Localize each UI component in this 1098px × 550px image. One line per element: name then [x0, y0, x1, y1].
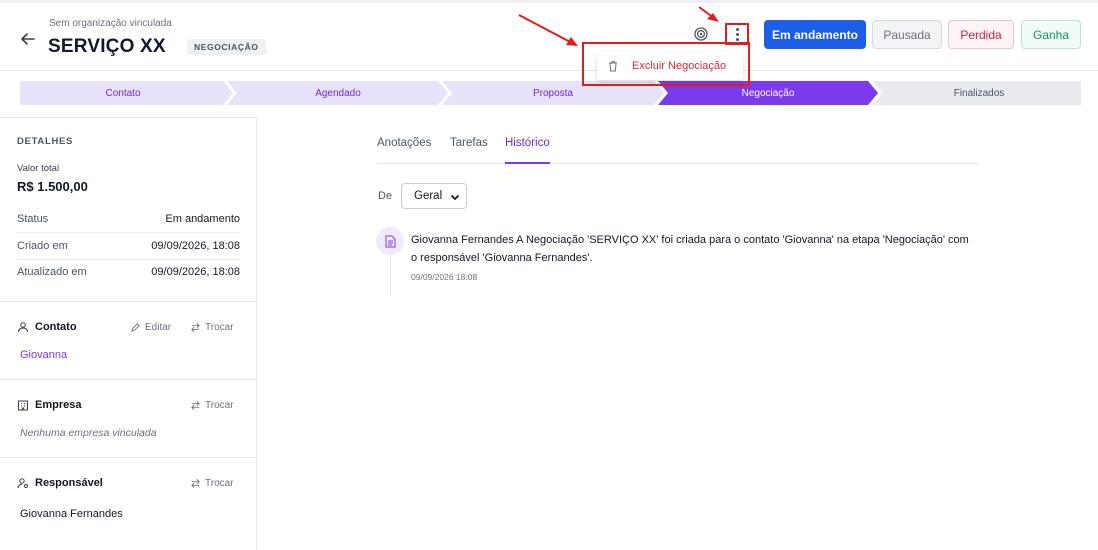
content-tabs: Anotações Tarefas Histórico: [377, 129, 979, 164]
details-heading: DETALHES: [17, 136, 74, 147]
swap-company-button[interactable]: Trocar: [190, 400, 234, 411]
swap-label: Trocar: [205, 400, 234, 411]
section-divider: [0, 301, 256, 302]
history-event-time: 09/09/2026 18:08: [411, 272, 478, 282]
tab-tarefas[interactable]: Tarefas: [450, 137, 488, 164]
more-vertical-icon: [735, 27, 739, 41]
detail-label: Criado em: [17, 240, 68, 252]
chevron-down-icon: [450, 194, 460, 201]
pipeline-stages: Contato Agendado Proposta Negociação Fin…: [20, 81, 1081, 105]
deal-title: SERVIÇO XX: [48, 36, 166, 57]
detail-value: Em andamento: [165, 213, 240, 225]
timeline-line: [390, 255, 391, 296]
section-divider: [0, 379, 256, 380]
back-arrow-icon[interactable]: [18, 29, 38, 49]
detail-row-status: Status Em andamento: [17, 206, 240, 232]
edit-label: Editar: [145, 322, 172, 333]
stage-finalizados[interactable]: Finalizados: [877, 81, 1081, 105]
stage-contato[interactable]: Contato: [20, 81, 226, 105]
target-icon[interactable]: [693, 26, 709, 42]
filter-label: De: [378, 190, 393, 202]
swap-icon: [191, 401, 200, 410]
trash-icon: [609, 61, 617, 72]
stage-badge: NEGOCIAÇÃO: [187, 39, 266, 55]
detail-row-created: Criado em 09/09/2026, 18:08: [17, 233, 240, 259]
deal-header: Sem organização vinculada SERVIÇO XX NEG…: [0, 0, 1098, 71]
total-value: R$ 1.500,00: [17, 179, 88, 194]
owner-heading-label: Responsável: [35, 477, 103, 489]
detail-label: Atualizado em: [17, 266, 87, 278]
details-sidebar: DETALHES Valor total R$ 1.500,00 Status …: [0, 117, 257, 550]
filter-value: Geral: [414, 190, 443, 202]
contact-heading-label: Contato: [35, 321, 77, 333]
detail-value: 09/09/2026, 18:08: [151, 266, 240, 278]
owner-heading: Responsável: [17, 477, 103, 489]
swap-contact-button[interactable]: Trocar: [190, 322, 234, 333]
status-in-progress-button[interactable]: Em andamento: [764, 20, 866, 49]
total-value-label: Valor total: [17, 163, 60, 174]
owner-name: Giovanna Fernandes: [20, 508, 123, 520]
options-dropdown: Excluir Negociação: [597, 52, 743, 80]
user-icon: [18, 322, 28, 333]
section-divider: [0, 457, 256, 458]
swap-label: Trocar: [205, 322, 234, 333]
edit-contact-button[interactable]: Editar: [130, 322, 171, 333]
swap-owner-button[interactable]: Trocar: [190, 478, 234, 489]
company-heading-label: Empresa: [35, 399, 82, 411]
user-settings-icon: [17, 478, 28, 489]
building-icon: [18, 400, 28, 411]
status-paused-button[interactable]: Pausada: [872, 20, 942, 49]
swap-icon: [191, 323, 200, 332]
pencil-icon: [131, 323, 140, 332]
swap-icon: [191, 479, 200, 488]
organization-label: Sem organização vinculada: [49, 18, 172, 29]
swap-label: Trocar: [205, 478, 234, 489]
contact-link[interactable]: Giovanna: [20, 349, 67, 361]
tab-historico[interactable]: Histórico: [505, 137, 550, 164]
tab-anotacoes[interactable]: Anotações: [377, 137, 431, 164]
history-filter-select[interactable]: Geral: [401, 183, 467, 209]
contact-heading: Contato: [17, 321, 77, 333]
history-event-text: Giovanna Fernandes A Negociação 'SERVIÇO…: [411, 234, 969, 264]
detail-value: 09/09/2026, 18:08: [151, 240, 240, 252]
stage-agendado[interactable]: Agendado: [232, 81, 444, 105]
company-empty-text: Nenhuma empresa vinculada: [20, 427, 157, 439]
company-heading: Empresa: [17, 399, 81, 411]
detail-row-updated: Atualizado em 09/09/2026, 18:08: [17, 259, 240, 285]
delete-deal-menu-item[interactable]: Excluir Negociação: [632, 60, 726, 72]
detail-label: Status: [17, 213, 49, 225]
status-lost-button[interactable]: Perdida: [948, 20, 1014, 49]
status-won-button[interactable]: Ganha: [1021, 20, 1081, 49]
event-icon: [376, 227, 404, 255]
document-icon: [385, 235, 395, 247]
